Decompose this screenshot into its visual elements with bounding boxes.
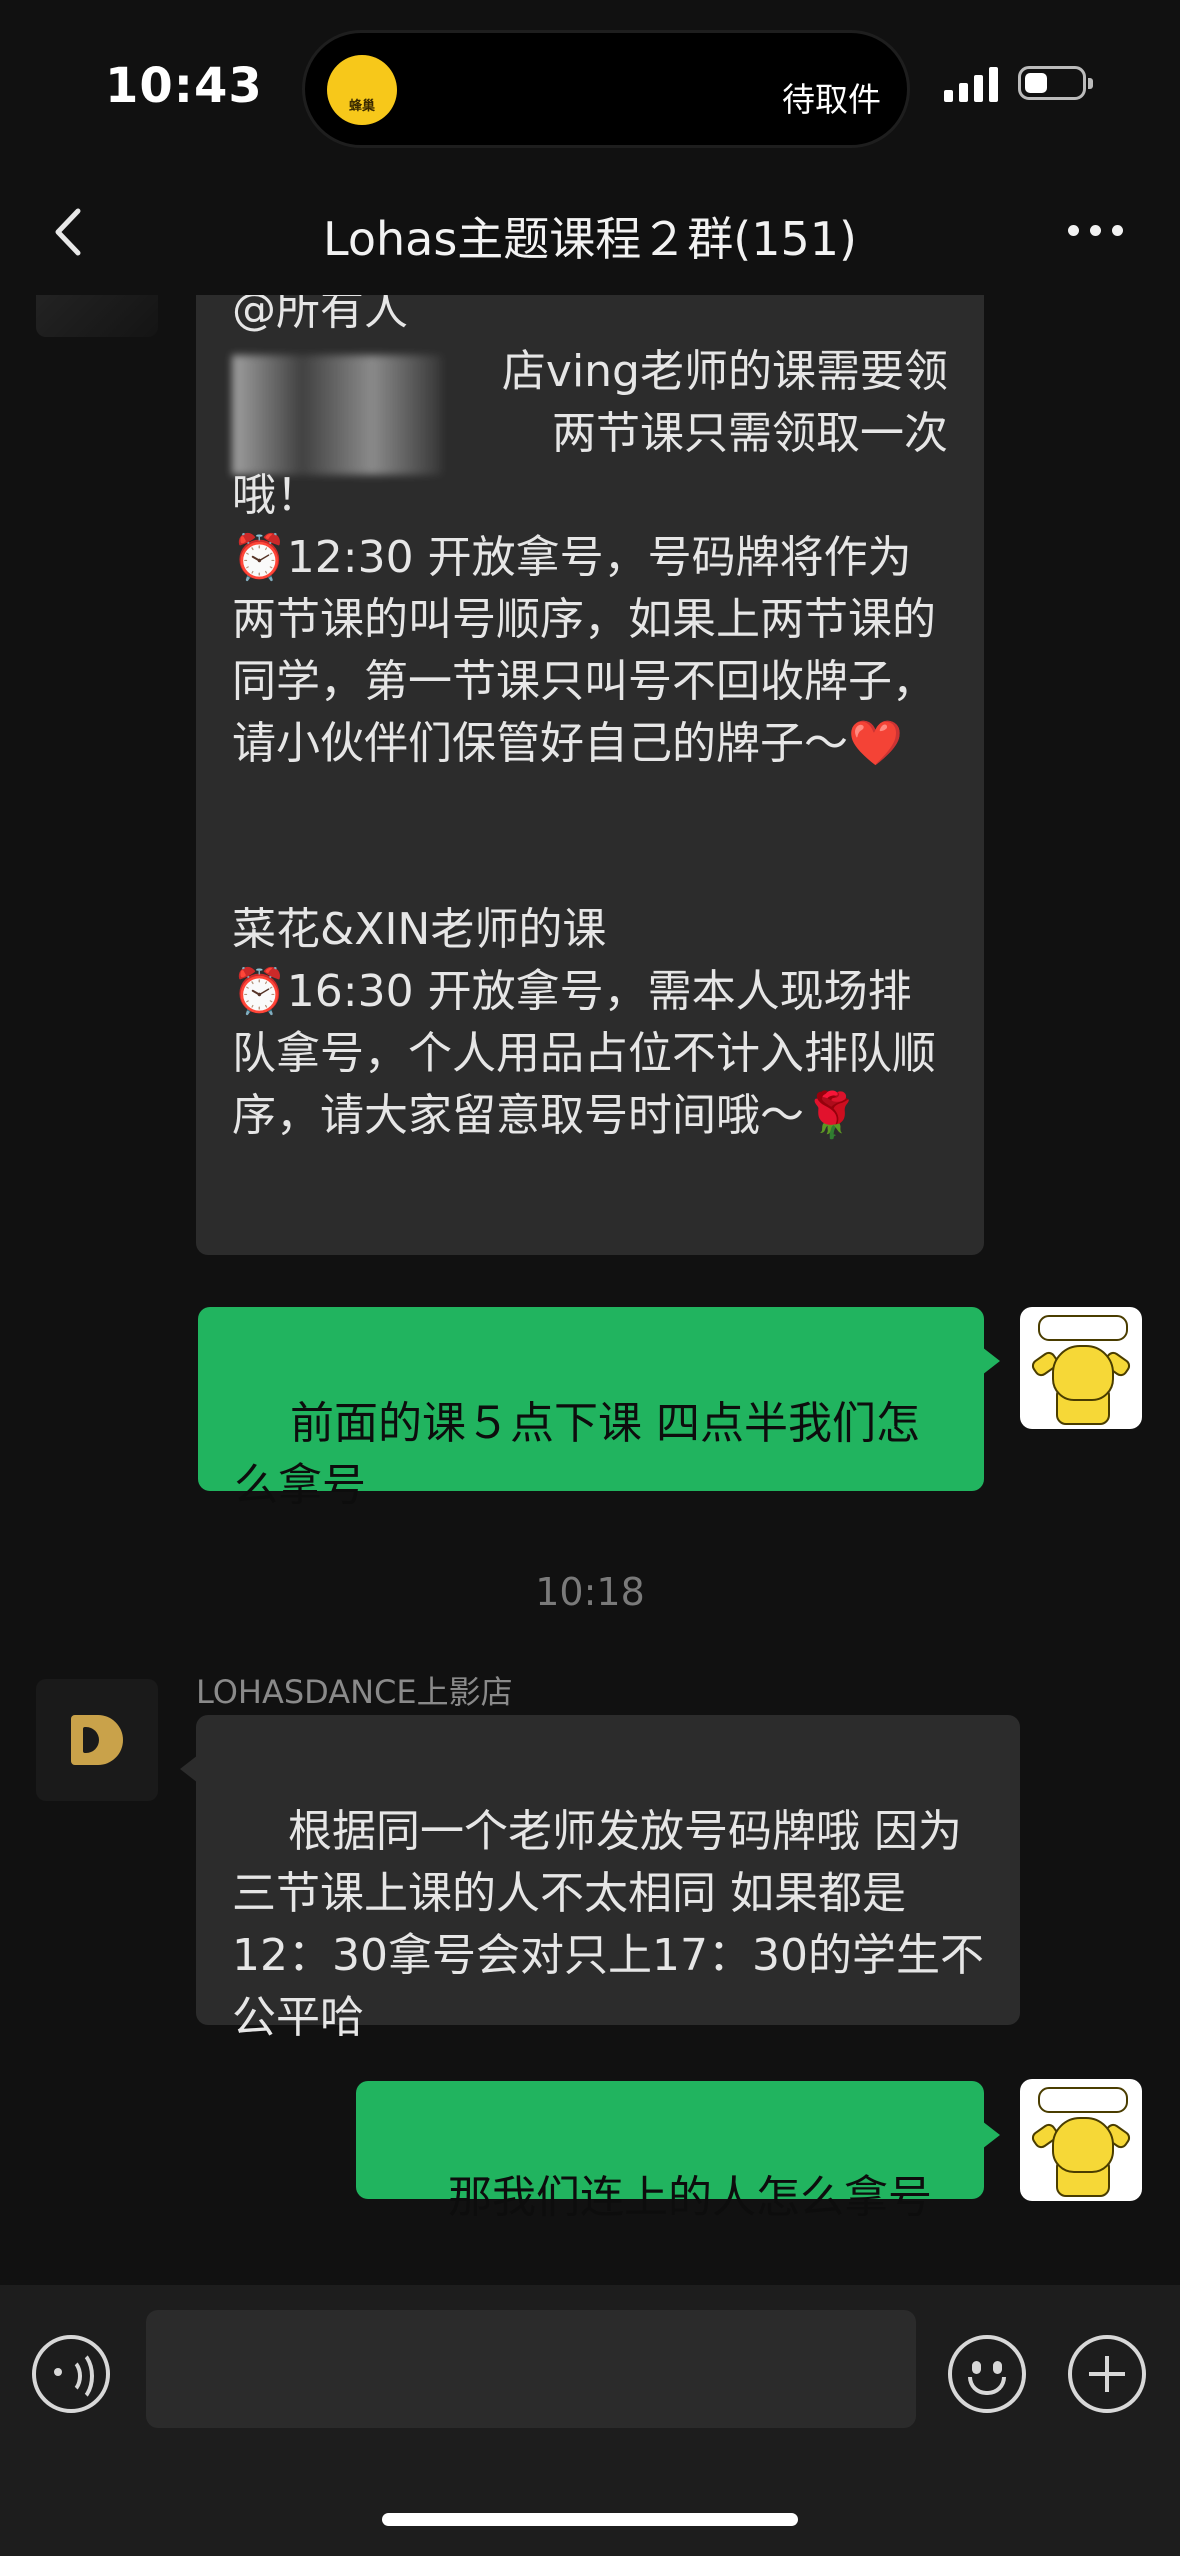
- message-bubble-outgoing[interactable]: 前面的课５点下课 四点半我们怎么拿号: [198, 1307, 1000, 1511]
- message-line: @所有人: [232, 295, 408, 335]
- island-status-text: 待取件: [782, 80, 881, 119]
- message-line: 哦！: [232, 470, 320, 521]
- message-bubble-incoming[interactable]: @所有人 店ving老师的课需要领 两节课只需领取一次 哦！ ⏰12:30 开放…: [196, 295, 984, 1255]
- battery-icon: [1018, 66, 1093, 100]
- cellular-signal-icon: [944, 66, 998, 102]
- plus-button[interactable]: [1068, 2335, 1146, 2413]
- message-paragraph: ⏰16:30 开放拿号，需本人现场排队拿号，个人用品占位不计入排队顺序，请大家留…: [232, 966, 936, 1141]
- chat-title: Lohas主题课程２群(151): [323, 212, 857, 266]
- message-text: 根据同一个老师发放号码牌哦 因为三节课上课的人不太相同 如果都是12：30拿号会…: [232, 1806, 984, 2043]
- sender-name: LOHASDANCE上影店: [196, 1673, 513, 1711]
- more-options-button[interactable]: [1068, 215, 1138, 245]
- message-text: 那我们连上的人怎么拿号: [447, 2172, 932, 2223]
- status-bar: 10:43 蜂巢 待取件: [0, 0, 1180, 175]
- more-dot-icon: [1090, 224, 1101, 236]
- more-dot-icon: [1112, 224, 1123, 236]
- emoji-button[interactable]: [948, 2335, 1026, 2413]
- sender-avatar[interactable]: [36, 295, 158, 337]
- chat-input-bar: [0, 2285, 1180, 2556]
- voice-input-button[interactable]: [32, 2335, 110, 2413]
- message-line: 两节课只需领取一次: [552, 408, 948, 459]
- message-list[interactable]: @所有人 店ving老师的课需要领 两节课只需领取一次 哦！ ⏰12:30 开放…: [0, 295, 1180, 2285]
- message-bubble-incoming[interactable]: 根据同一个老师发放号码牌哦 因为三节课上课的人不太相同 如果都是12：30拿号会…: [180, 1715, 1020, 2043]
- message-line: 店ving老师的课需要领: [501, 346, 948, 397]
- redacted-text: [232, 355, 442, 475]
- message-bubble-outgoing[interactable]: 那我们连上的人怎么拿号: [356, 2081, 1000, 2223]
- delivery-app-icon: 蜂巢: [327, 55, 397, 125]
- message-paragraph: ⏰12:30 开放拿号，号码牌将作为两节课的叫号顺序，如果上两节课的同学，第一节…: [232, 532, 936, 769]
- message-paragraph: 菜花&XIN老师的课: [232, 904, 607, 955]
- more-dot-icon: [1068, 224, 1079, 236]
- lohasdance-logo-icon: [71, 1715, 123, 1765]
- message-timestamp: 10:18: [535, 1570, 645, 1614]
- message-text: 前面的课５点下课 四点半我们怎么拿号: [234, 1398, 920, 1511]
- message-input[interactable]: [146, 2310, 916, 2428]
- status-time: 10:43: [105, 58, 263, 114]
- dynamic-island[interactable]: 蜂巢 待取件: [302, 30, 910, 148]
- lohasdance-avatar[interactable]: [36, 1679, 158, 1801]
- home-indicator[interactable]: [382, 2513, 798, 2526]
- chat-header: Lohas主题课程２群(151): [0, 175, 1180, 295]
- my-avatar[interactable]: [1020, 2079, 1142, 2201]
- my-avatar[interactable]: [1020, 1307, 1142, 1429]
